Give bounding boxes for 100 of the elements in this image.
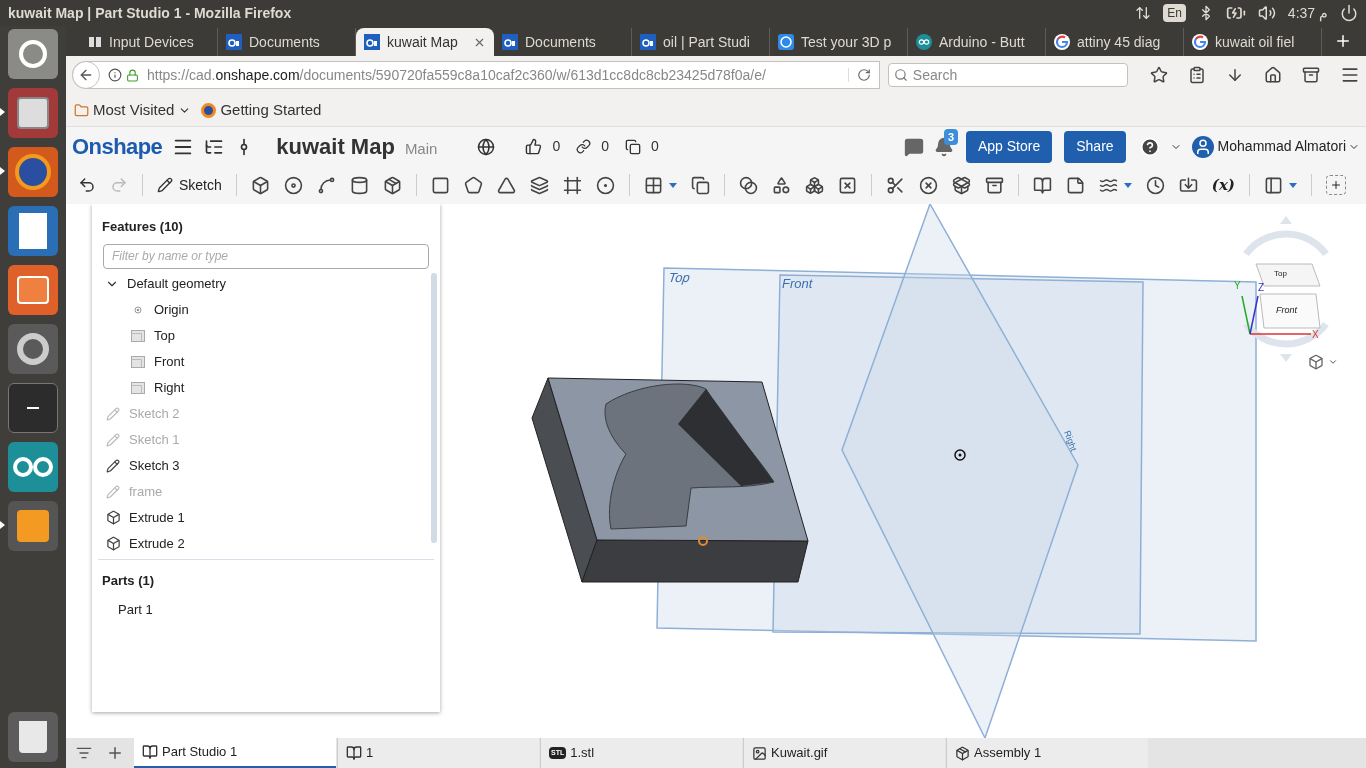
archive-icon[interactable] xyxy=(984,175,1004,195)
undo-icon[interactable] xyxy=(78,176,96,194)
link-icon[interactable] xyxy=(576,139,592,154)
network-icon[interactable] xyxy=(1135,5,1152,21)
menu-icon[interactable] xyxy=(1340,65,1360,85)
box-icon[interactable] xyxy=(250,175,270,195)
circle-x-icon[interactable] xyxy=(918,175,938,195)
help-icon[interactable] xyxy=(1139,136,1160,157)
document-tab[interactable]: Assembly 1 xyxy=(946,738,1148,768)
boxes-icon[interactable] xyxy=(804,175,824,195)
plane-icon xyxy=(131,381,145,394)
bookmark-star-icon[interactable] xyxy=(1150,66,1168,84)
filter-field[interactable]: Filter by name or type xyxy=(103,243,429,269)
reading-list-icon[interactable] xyxy=(1188,66,1206,84)
axes-drawing xyxy=(1241,295,1312,335)
firefox-icon[interactable] xyxy=(8,147,58,197)
circle-dot-icon[interactable] xyxy=(595,175,615,195)
shopping-bag-icon[interactable] xyxy=(8,265,58,315)
part-item[interactable]: Part 1 xyxy=(118,599,153,620)
add-tool-button[interactable] xyxy=(1325,175,1346,195)
feature-item[interactable]: Extrude 2 xyxy=(129,533,185,554)
view-cube-drawing[interactable] xyxy=(1255,263,1321,329)
info-icon[interactable] xyxy=(108,68,122,82)
shapes-icon[interactable] xyxy=(771,175,791,195)
trash-icon[interactable] xyxy=(8,712,58,762)
feature-item[interactable]: Origin xyxy=(154,299,189,320)
grid-icon[interactable] xyxy=(643,175,663,195)
browser-tab[interactable]: kuwait Map xyxy=(356,28,494,56)
caret-icon[interactable] xyxy=(1123,182,1132,188)
feature-item[interactable]: Front xyxy=(154,351,185,372)
panel-icon[interactable] xyxy=(1263,175,1283,195)
volume-icon[interactable] xyxy=(1257,4,1276,22)
new-tab-icon[interactable] xyxy=(1334,32,1352,50)
curve-icon[interactable] xyxy=(316,175,336,195)
caret-icon[interactable] xyxy=(1328,357,1338,367)
cube-icon[interactable] xyxy=(1308,354,1324,370)
filter-icon[interactable] xyxy=(76,745,92,761)
clock[interactable]: 4:37 م xyxy=(1287,2,1328,24)
pentagon-icon[interactable] xyxy=(463,175,483,195)
feature-item[interactable]: Right xyxy=(154,377,185,398)
document-icon[interactable] xyxy=(8,206,58,256)
address-field[interactable]: https://cad.onshape.com/documents/590720fa559c8a10caf2c360/w/613d1cc8dc8cb23425d78f0a/e/ xyxy=(72,61,880,89)
copy-icon[interactable] xyxy=(690,175,710,195)
sublime-icon[interactable] xyxy=(8,501,58,551)
avatar-icon[interactable] xyxy=(1191,135,1214,158)
square-icon[interactable] xyxy=(430,175,450,195)
variable-tool[interactable]: (x) xyxy=(1211,173,1235,197)
file-cabinet-icon[interactable] xyxy=(8,88,58,138)
header-button[interactable]: App Store xyxy=(966,130,1053,163)
pencil-icon xyxy=(106,406,120,421)
copy-icon[interactable] xyxy=(625,138,641,155)
terminal-icon[interactable] xyxy=(8,383,58,433)
sketch-button[interactable]: Sketch xyxy=(157,174,222,196)
dash-icon[interactable] xyxy=(8,29,58,79)
feature-item[interactable]: Top xyxy=(154,325,175,346)
caret-icon[interactable] xyxy=(1288,182,1297,188)
infinity-icon[interactable] xyxy=(8,442,58,492)
logo[interactable]: Onshape xyxy=(72,130,163,163)
book-icon[interactable] xyxy=(1032,175,1052,195)
document-tab[interactable]: Kuwait.gif xyxy=(743,738,945,768)
package-open-icon[interactable] xyxy=(951,175,971,195)
package-icon[interactable] xyxy=(382,175,402,195)
scrollbar[interactable] xyxy=(431,272,437,543)
back-icon[interactable] xyxy=(78,67,94,83)
add-icon[interactable] xyxy=(106,744,124,762)
power-icon[interactable] xyxy=(1340,4,1358,22)
like-icon[interactable] xyxy=(525,138,543,155)
overlap-circles-icon[interactable] xyxy=(738,175,758,195)
scissors-icon[interactable] xyxy=(885,175,905,195)
plane-label: Right xyxy=(1062,429,1079,453)
globe-icon[interactable] xyxy=(477,137,496,156)
feature-item[interactable]: Sketch 3 xyxy=(129,455,180,476)
disc-icon[interactable] xyxy=(283,175,303,195)
header-button[interactable]: Share xyxy=(1064,130,1126,163)
feature-item[interactable]: Default geometry xyxy=(127,273,226,294)
download-icon[interactable] xyxy=(1226,66,1244,84)
note-icon[interactable] xyxy=(1065,175,1085,195)
comment-icon[interactable] xyxy=(904,136,924,157)
layers-icon[interactable] xyxy=(529,175,549,195)
search-field[interactable]: Search xyxy=(887,63,1128,87)
document-tab[interactable]: Part Studio 1 xyxy=(134,738,336,768)
settings-icon[interactable] xyxy=(8,324,58,374)
square-x-icon[interactable] xyxy=(837,175,857,195)
feature-item[interactable]: Extrude 1 xyxy=(129,507,185,528)
document-title[interactable]: kuwait Map xyxy=(276,130,395,163)
bookmark-folder[interactable]: Most Visited xyxy=(74,98,192,122)
keyboard-indicator[interactable]: En xyxy=(1163,4,1186,22)
triangle-icon[interactable] xyxy=(496,175,516,195)
reload-icon[interactable] xyxy=(856,68,871,82)
clock-icon[interactable] xyxy=(1145,175,1165,195)
document-tab[interactable]: 1 xyxy=(337,738,539,768)
home-icon[interactable] xyxy=(1264,66,1282,84)
rotate-arrows-icon[interactable] xyxy=(1243,216,1329,362)
cylinder-icon[interactable] xyxy=(349,175,369,195)
caret-icon[interactable] xyxy=(668,182,677,188)
user-name[interactable]: Mohammad Almatori xyxy=(1217,136,1346,157)
panel-title: Parts (1) xyxy=(102,572,155,588)
import-icon[interactable] xyxy=(1178,175,1198,195)
frame-icon[interactable] xyxy=(562,175,582,195)
bookmark-link[interactable]: Getting Started xyxy=(201,98,322,122)
